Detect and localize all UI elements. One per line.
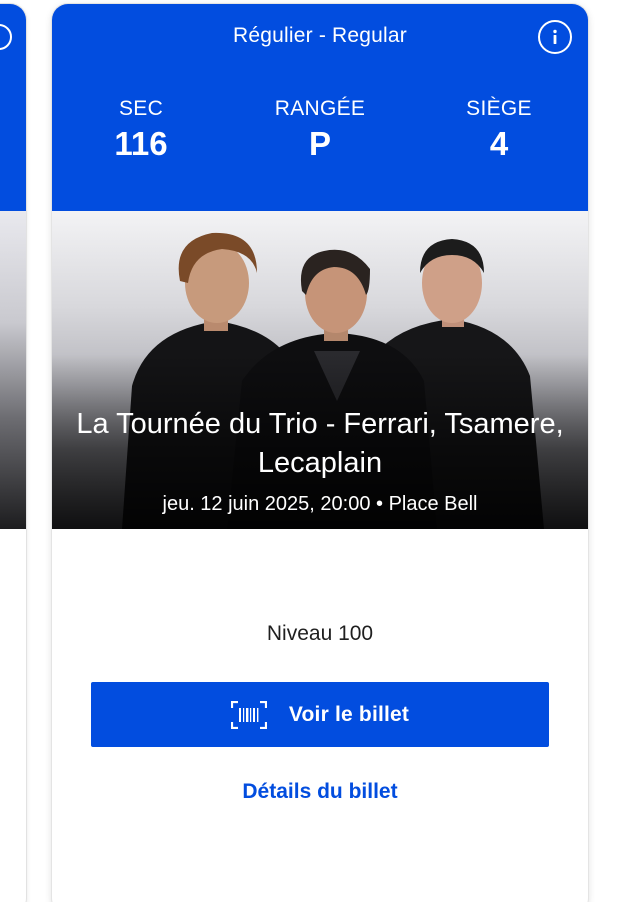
row-info: RANGÉE P <box>250 97 390 163</box>
seat-value: 4 <box>489 125 509 162</box>
previous-ticket-photo <box>0 211 26 529</box>
previous-ticket-card[interactable] <box>0 4 26 902</box>
row-label: RANGÉE <box>274 97 366 120</box>
section-value: 116 <box>114 125 168 162</box>
ticket-wallet-screen: Régulier - Regular SEC 116 RANGÉE P SIÈG… <box>0 0 640 902</box>
view-ticket-button[interactable]: Voir le billet <box>91 682 549 747</box>
seat-info: SIÈGE 4 <box>429 97 569 163</box>
info-button[interactable] <box>538 20 572 54</box>
ticket-type-label: Régulier - Regular <box>232 24 407 47</box>
view-ticket-label: Voir le billet <box>288 702 410 726</box>
ticket-card: Régulier - Regular SEC 116 RANGÉE P SIÈG… <box>52 4 588 902</box>
seat-label: SIÈGE <box>466 97 532 120</box>
event-date-venue: jeu. 12 juin 2025, 20:00 • Place Bell <box>162 493 478 515</box>
seating-level: Niveau 100 <box>266 622 374 645</box>
event-photo: La Tournée du Trio - Ferrari, Tsamere, L… <box>52 211 588 529</box>
section-label: SEC <box>118 97 164 120</box>
previous-ticket-header <box>0 4 26 211</box>
ticket-details-link[interactable]: Détails du billet <box>52 780 588 804</box>
info-icon <box>0 24 12 50</box>
ticket-header: Régulier - Regular SEC 116 RANGÉE P SIÈG… <box>52 4 588 211</box>
event-title: La Tournée du Trio - Ferrari, Tsamere, L… <box>76 408 564 479</box>
info-icon <box>545 27 565 47</box>
section-info: SEC 116 <box>71 97 211 163</box>
row-value: P <box>308 125 331 162</box>
barcode-icon <box>230 700 267 729</box>
